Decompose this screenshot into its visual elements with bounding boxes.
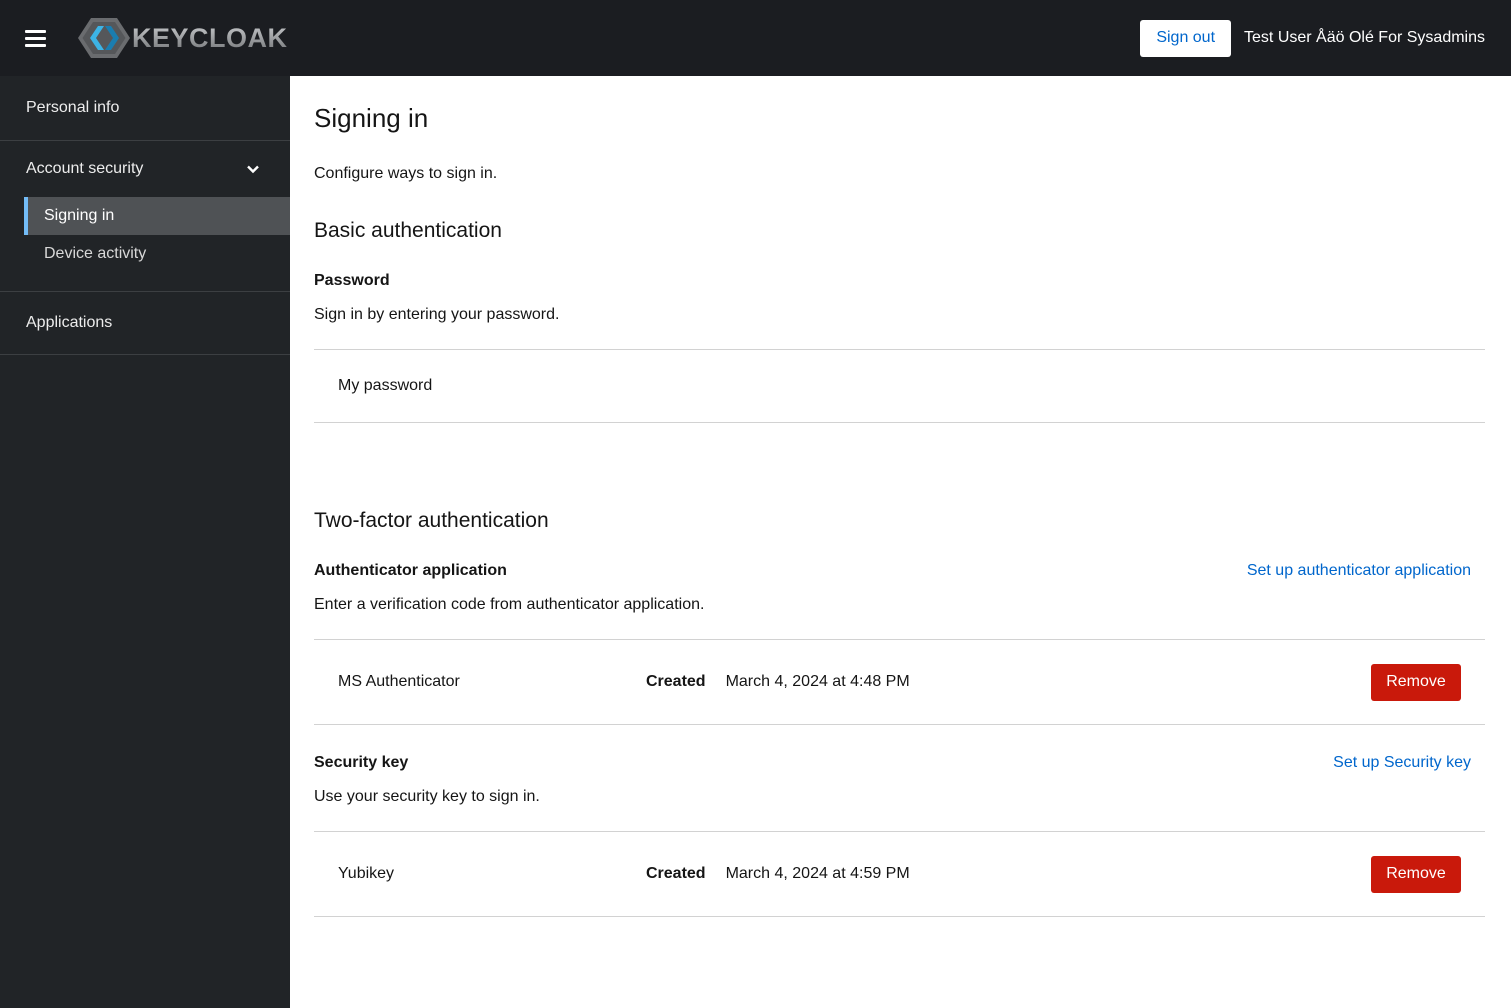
sidebar: Personal info Account security Signing i…: [0, 76, 290, 1008]
set-up-security-key-link[interactable]: Set up Security key: [1333, 754, 1471, 772]
created-timestamp: March 4, 2024 at 4:48 PM: [725, 673, 910, 690]
keycloak-logo[interactable]: KEYCLOAK: [78, 16, 288, 60]
sidebar-item-applications[interactable]: Applications: [0, 292, 290, 354]
remove-security-key-button[interactable]: Remove: [1371, 855, 1461, 893]
sidebar-section: Personal info: [0, 76, 290, 141]
created-label: Created: [646, 673, 706, 690]
two-factor-heading: Two-factor authentication: [314, 509, 549, 532]
chevron-down-icon: [247, 165, 259, 174]
remove-authenticator-button[interactable]: Remove: [1371, 663, 1461, 701]
hamburger-icon: [25, 43, 46, 47]
my-password-label: My password: [338, 377, 433, 394]
authenticator-description: Enter a verification code from authentic…: [314, 596, 705, 613]
page-layout: Personal info Account security Signing i…: [0, 76, 1511, 1008]
credential-name: MS Authenticator: [338, 673, 460, 690]
authenticator-application-heading: Authenticator application: [314, 562, 507, 579]
created-label: Created: [646, 865, 706, 882]
brand-wordmark: KEYCLOAK: [132, 22, 288, 53]
sidebar-item-device-activity[interactable]: Device activity: [24, 235, 290, 273]
hamburger-icon: [25, 36, 46, 40]
hamburger-menu-button[interactable]: [20, 22, 52, 54]
security-key-row-head: Security key Set up Security key: [314, 754, 1485, 772]
main-content: Signing in Configure ways to sign in. Ba…: [290, 76, 1511, 1008]
hamburger-icon: [25, 29, 46, 33]
account-security-subnav: Signing in Device activity: [0, 197, 290, 291]
security-key-description: Use your security key to sign in.: [314, 788, 540, 805]
basic-authentication-heading: Basic authentication: [314, 219, 502, 242]
set-up-authenticator-link[interactable]: Set up authenticator application: [1247, 562, 1471, 580]
credential-name: Yubikey: [338, 865, 395, 882]
masthead: KEYCLOAK Sign out Test User Åäö Olé For …: [0, 0, 1511, 76]
security-key-heading: Security key: [314, 754, 409, 771]
created-timestamp: March 4, 2024 at 4:59 PM: [725, 865, 910, 882]
authenticator-credential-row: MS Authenticator Created March 4, 2024 a…: [314, 639, 1485, 725]
authenticator-row-head: Authenticator application Set up authent…: [314, 562, 1485, 580]
security-key-credential-row: Yubikey Created March 4, 2024 at 4:59 PM…: [314, 831, 1485, 917]
sidebar-section: Account security Signing in Device activ…: [0, 141, 290, 292]
password-row-head: Password: [314, 272, 1485, 290]
sidebar-item-personal-info[interactable]: Personal info: [0, 76, 290, 140]
sidebar-item-account-security[interactable]: Account security: [0, 141, 290, 197]
my-password-row: My password: [314, 349, 1485, 423]
page-description: Configure ways to sign in.: [314, 165, 498, 182]
sidebar-section: Applications: [0, 292, 290, 355]
logged-in-username: Test User Åäö Olé For Sysadmins: [1244, 29, 1485, 46]
sidebar-item-label: Account security: [26, 160, 144, 177]
sign-out-button[interactable]: Sign out: [1140, 19, 1232, 57]
password-description: Sign in by entering your password.: [314, 306, 560, 323]
page-title: Signing in: [314, 103, 429, 133]
keycloak-hexagon-icon: [78, 18, 130, 58]
password-heading: Password: [314, 272, 390, 289]
sidebar-item-signing-in[interactable]: Signing in: [24, 197, 290, 235]
